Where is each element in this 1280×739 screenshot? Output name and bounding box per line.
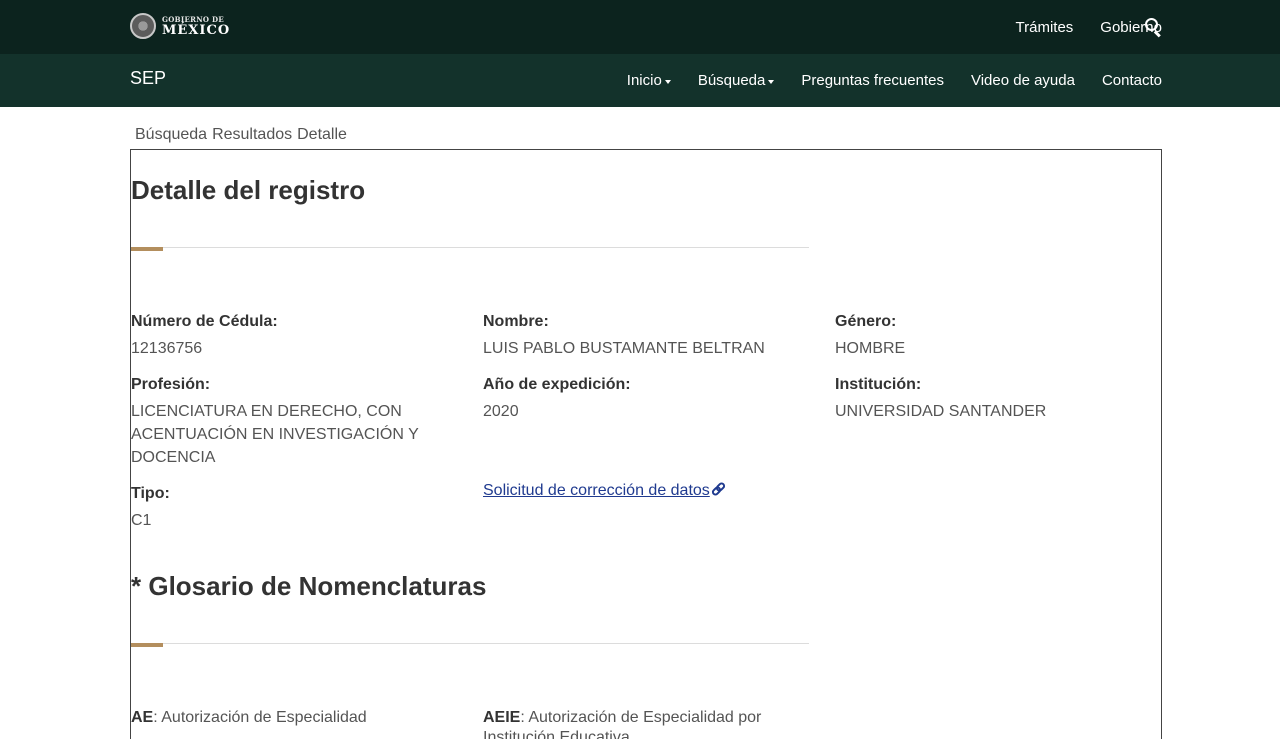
caret-down-icon: [768, 79, 775, 84]
field-value: 2020: [483, 403, 519, 420]
field-label: Nombre:: [483, 313, 549, 330]
logo-big-text: MÉXICO: [162, 22, 231, 38]
field-label: Tipo:: [131, 485, 170, 502]
glossary-title: * Glosario de Nomenclaturas: [131, 571, 487, 601]
divider: [131, 643, 809, 644]
divider: [131, 247, 809, 248]
field-profesion: Profesión: LICENCIATURA EN DERECHO, CON …: [131, 373, 451, 469]
main-nav: Inicio Búsqueda Preguntas frecuentes Vid…: [600, 54, 1162, 107]
breadcrumb-detalle: Detalle: [297, 126, 347, 143]
glossary-item-aeie: AEIE: Autorización de Especialidad por I…: [483, 708, 813, 739]
government-links: Trámites Gobierno: [989, 0, 1163, 54]
glossary-code: AE: [131, 709, 154, 726]
field-anio-expedicion: Año de expedición: 2020: [483, 373, 813, 423]
gobierno-de-mexico-logo[interactable]: GOBIERNO DE MÉXICO: [130, 12, 230, 40]
field-value: LICENCIATURA EN DERECHO, CON ACENTUACIÓN…: [131, 403, 419, 466]
glossary-item-ae: AE: Autorización de Especialidad: [131, 708, 461, 728]
detail-title: Detalle del registro: [131, 175, 366, 205]
nav-item-busqueda[interactable]: Búsqueda: [698, 72, 775, 89]
field-label: Institución:: [835, 376, 922, 393]
breadcrumb-busqueda[interactable]: Búsqueda: [135, 126, 207, 144]
divider-accent: [131, 643, 163, 647]
nav-item-contacto[interactable]: Contacto: [1102, 72, 1162, 89]
glossary-text: : Autorización de Especialidad por Insti…: [483, 709, 762, 739]
field-value: C1: [131, 512, 152, 529]
nav-item-preguntas-frecuentes[interactable]: Preguntas frecuentes: [801, 72, 944, 89]
field-value: UNIVERSIDAD SANTANDER: [835, 403, 1047, 420]
divider-accent: [131, 247, 163, 251]
field-nombre: Nombre: LUIS PABLO BUSTAMANTE BELTRAN: [483, 310, 813, 360]
search-icon[interactable]: [1145, 18, 1163, 38]
field-label: Género:: [835, 313, 897, 330]
field-label: Profesión:: [131, 376, 211, 393]
field-value: 12136756: [131, 340, 203, 357]
detail-panel: Detalle del registro Número de Cédula: 1…: [130, 149, 1162, 739]
nav-item-label: Inicio: [626, 72, 662, 89]
field-value: LUIS PABLO BUSTAMANTE BELTRAN: [483, 340, 765, 357]
field-value: HOMBRE: [835, 340, 906, 357]
nav-item-label: Búsqueda: [697, 72, 766, 89]
sep-nav-bar: SEP Inicio Búsqueda Preguntas frecuentes…: [0, 54, 1280, 107]
logo-text: GOBIERNO DE MÉXICO: [162, 16, 230, 37]
link-icon: [710, 480, 727, 498]
sep-brand-link[interactable]: SEP: [130, 68, 166, 89]
field-cedula: Número de Cédula: 12136756: [131, 310, 461, 360]
correction-request-link[interactable]: Solicitud de corrección de datos: [483, 480, 727, 500]
government-top-bar: GOBIERNO DE MÉXICO Trámites Gobierno: [0, 0, 1280, 54]
national-seal-icon: [130, 13, 156, 39]
glossary-code: AEIE: [483, 709, 521, 726]
correction-link-label: Solicitud de corrección de datos: [483, 482, 710, 499]
field-label: Año de expedición:: [483, 376, 631, 393]
breadcrumb-resultados[interactable]: Resultados: [212, 126, 292, 144]
nav-item-video-de-ayuda[interactable]: Video de ayuda: [971, 72, 1075, 89]
breadcrumb: Búsqueda Resultados Detalle: [135, 126, 352, 144]
tramites-link[interactable]: Trámites: [1016, 19, 1074, 36]
field-label: Número de Cédula:: [131, 313, 278, 330]
nav-item-inicio[interactable]: Inicio: [627, 72, 671, 89]
caret-down-icon: [664, 79, 671, 84]
glossary-text: : Autorización de Especialidad: [153, 709, 367, 726]
logo-small-text: GOBIERNO DE: [162, 14, 225, 24]
field-tipo: Tipo: C1: [131, 482, 451, 532]
field-genero: Género: HOMBRE: [835, 310, 1155, 360]
field-institucion: Institución: UNIVERSIDAD SANTANDER: [835, 373, 1155, 423]
